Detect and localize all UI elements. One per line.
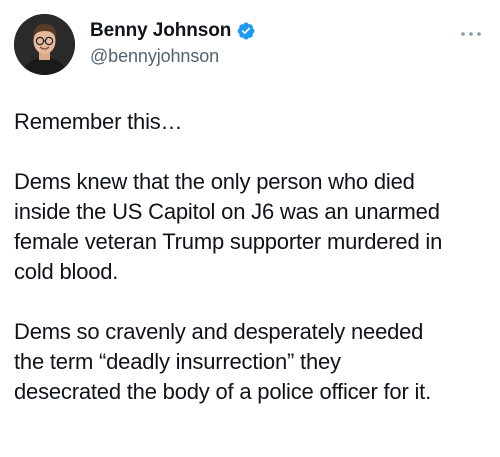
tweet-header: Benny Johnson @bennyjohnson (14, 14, 486, 76)
author-names: Benny Johnson @bennyjohnson (90, 18, 256, 67)
tweet-paragraph: Remember this… (14, 109, 183, 134)
avatar-image (14, 14, 75, 75)
tweet-paragraph: Dems knew that the only person who died … (14, 169, 443, 284)
more-horizontal-icon[interactable] (460, 30, 482, 38)
tweet-text: Remember this… Dems knew that the only p… (14, 107, 486, 437)
verified-badge-icon (236, 21, 256, 41)
tweet: Benny Johnson @bennyjohnson Remember thi… (0, 0, 500, 457)
handle[interactable]: @bennyjohnson (90, 46, 256, 67)
tweet-paragraph: Dems so cravenly and desperately needed … (14, 319, 432, 404)
avatar[interactable] (14, 14, 75, 75)
display-name-row: Benny Johnson (90, 18, 256, 44)
display-name[interactable]: Benny Johnson (90, 20, 231, 42)
